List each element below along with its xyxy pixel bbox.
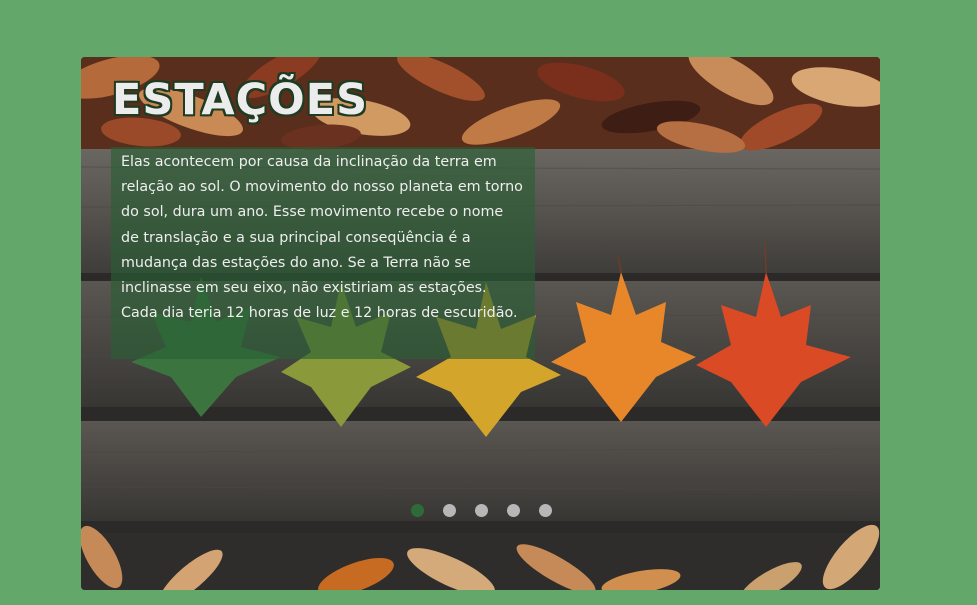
slide-dot-2[interactable] <box>443 504 456 517</box>
image-slider: ESTAÇÕES Elas acontecem por causa da inc… <box>81 57 880 590</box>
slide-dot-1[interactable] <box>411 504 424 517</box>
slide-dot-5[interactable] <box>539 504 552 517</box>
slide-dot-3[interactable] <box>475 504 488 517</box>
slide-dot-4[interactable] <box>507 504 520 517</box>
slide-title: ESTAÇÕES <box>112 75 369 125</box>
slide-description: Elas acontecem por causa da inclinação d… <box>111 147 535 359</box>
slide-indicator-dots <box>411 504 552 517</box>
